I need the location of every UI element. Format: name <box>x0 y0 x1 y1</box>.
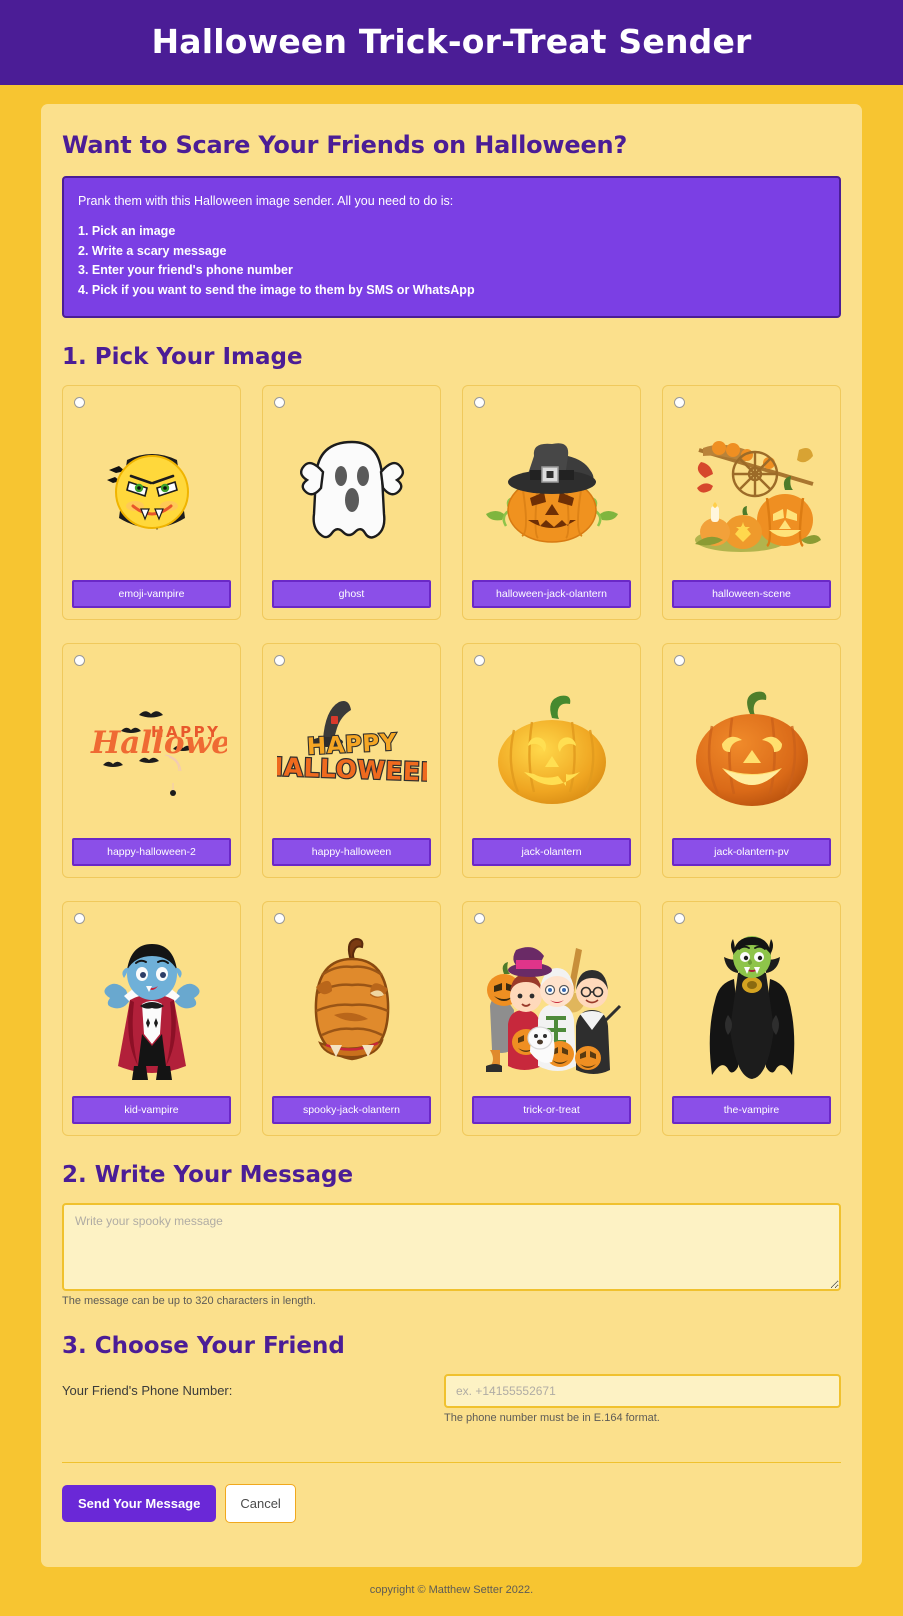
instruction-step: 4. Pick if you want to send the image to… <box>78 283 475 297</box>
send-message-button[interactable]: Send Your Message <box>62 1484 217 1522</box>
image-card[interactable]: trick-or-treat <box>462 900 641 1136</box>
copyright-text: copyright © Matthew Setter 2022. <box>369 1583 534 1596</box>
spooky-pumpkin-icon <box>272 924 431 1096</box>
image-label: kid-vampire <box>72 1095 231 1124</box>
svg-text:Halloween: Halloween <box>90 725 227 761</box>
image-label: jack-olantern <box>472 837 631 866</box>
ghost-icon <box>272 408 431 580</box>
image-radio[interactable] <box>474 654 485 666</box>
image-card[interactable]: jack-olantern-pv <box>662 642 841 878</box>
image-label: halloween-jack-olantern <box>472 579 631 608</box>
image-radio[interactable] <box>474 396 485 408</box>
form-actions: Send Your Message Cancel <box>62 1483 841 1523</box>
image-card[interactable]: HAPPY HALLOWEEN happy-halloween <box>262 642 441 878</box>
phone-row: Your Friend's Phone Number: The phone nu… <box>62 1373 841 1424</box>
harvest-scene-icon <box>672 408 831 580</box>
image-label: trick-or-treat <box>472 1095 631 1124</box>
image-radio[interactable] <box>74 912 85 924</box>
image-radio[interactable] <box>674 912 685 924</box>
image-radio[interactable] <box>274 912 285 924</box>
phone-label: Your Friend's Phone Number: <box>62 1382 233 1398</box>
image-radio[interactable] <box>274 654 285 666</box>
image-picker-grid: emoji-vampire ghost halloween-jack-olant… <box>62 384 841 1136</box>
orange-pumpkin-icon <box>672 666 831 838</box>
phone-help-text: The phone number must be in E.164 format… <box>444 1411 660 1424</box>
message-help-text: The message can be up to 320 characters … <box>62 1294 316 1307</box>
block-happy-halloween-icon: HAPPY HALLOWEEN <box>272 666 431 838</box>
yellow-pumpkin-icon <box>472 666 631 838</box>
image-label: ghost <box>272 579 431 608</box>
image-label: halloween-scene <box>672 579 831 608</box>
site-header: Halloween Trick-or-Treat Sender <box>0 0 903 85</box>
image-card[interactable]: ghost <box>262 384 441 620</box>
image-label: happy-halloween <box>272 837 431 866</box>
emoji-vampire-icon <box>72 408 231 580</box>
step-3-title: 3. Choose Your Friend <box>62 1332 345 1359</box>
image-card[interactable]: jack-olantern <box>462 642 641 878</box>
image-radio[interactable] <box>74 396 85 408</box>
cancel-button[interactable]: Cancel <box>225 1483 296 1523</box>
image-label: happy-halloween-2 <box>72 837 231 866</box>
page-title: Halloween Trick-or-Treat Sender <box>151 22 752 61</box>
kids-group-icon <box>472 924 631 1096</box>
image-card[interactable]: kid-vampire <box>62 900 241 1136</box>
tall-vampire-icon <box>672 924 831 1096</box>
svg-text:HALLOWEEN: HALLOWEEN <box>277 752 427 787</box>
form-divider <box>62 1461 841 1463</box>
instructions-list: 1. Pick an image 2. Write a scary messag… <box>78 222 825 300</box>
step-2-title: 2. Write Your Message <box>62 1161 354 1188</box>
message-input[interactable] <box>62 1202 841 1291</box>
image-radio[interactable] <box>474 912 485 924</box>
image-label: spooky-jack-olantern <box>272 1095 431 1124</box>
instructions-box: Prank them with this Halloween image sen… <box>62 176 841 318</box>
kid-vampire-icon <box>72 924 231 1096</box>
image-label: emoji-vampire <box>72 579 231 608</box>
instruction-step: 2. Write a scary message <box>78 243 227 258</box>
instructions-lead: Prank them with this Halloween image sen… <box>78 194 454 208</box>
intro-heading: Want to Scare Your Friends on Halloween? <box>62 131 628 159</box>
instruction-step: 3. Enter your friend's phone number <box>78 263 293 278</box>
image-radio[interactable] <box>274 396 285 408</box>
image-card[interactable]: the-vampire <box>662 900 841 1136</box>
main-panel: Want to Scare Your Friends on Halloween?… <box>41 104 862 1567</box>
image-card[interactable]: HAPPY Halloween happy-halloween-2 <box>62 642 241 878</box>
image-radio[interactable] <box>674 396 685 408</box>
image-radio[interactable] <box>674 654 685 666</box>
image-card[interactable]: halloween-scene <box>662 384 841 620</box>
step-1-title: 1. Pick Your Image <box>62 343 303 370</box>
site-footer: copyright © Matthew Setter 2022. <box>0 1567 903 1616</box>
witch-hat-pumpkin-icon <box>472 408 631 580</box>
phone-input[interactable] <box>444 1373 841 1408</box>
image-radio[interactable] <box>74 654 85 666</box>
page-wrapper: Want to Scare Your Friends on Halloween?… <box>0 85 903 1567</box>
image-label: the-vampire <box>672 1095 831 1124</box>
script-happy-halloween-icon: HAPPY Halloween <box>72 666 231 838</box>
image-label: jack-olantern-pv <box>672 837 831 866</box>
image-card[interactable]: emoji-vampire <box>62 384 241 620</box>
instruction-step: 1. Pick an image <box>78 223 176 238</box>
image-card[interactable]: spooky-jack-olantern <box>262 900 441 1136</box>
image-card[interactable]: halloween-jack-olantern <box>462 384 641 620</box>
